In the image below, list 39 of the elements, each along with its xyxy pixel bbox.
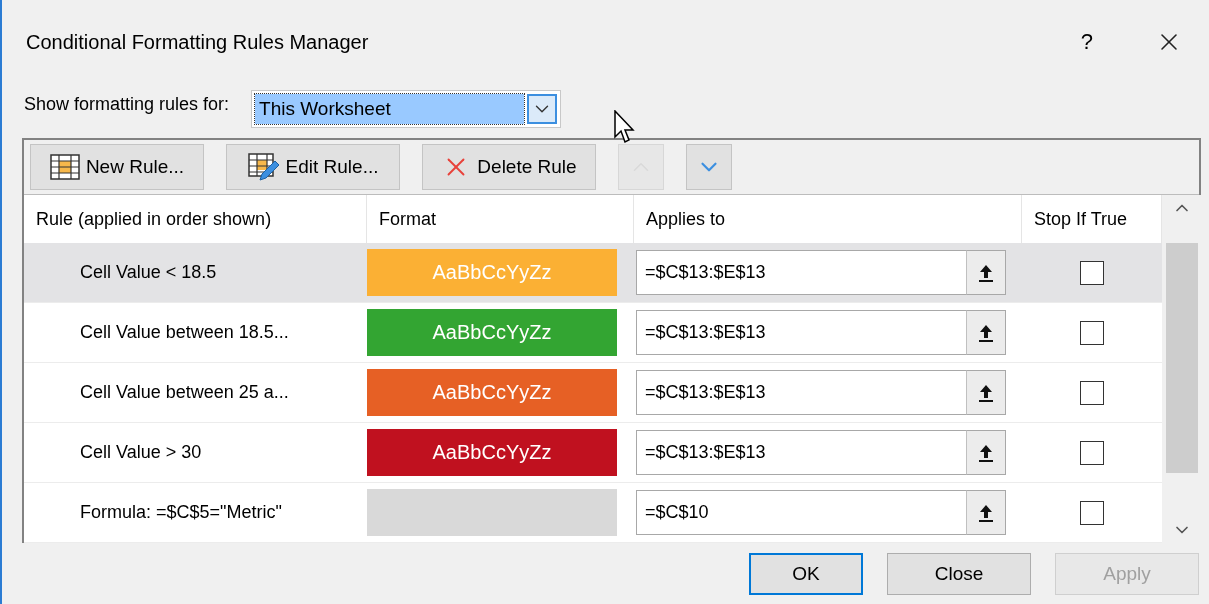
delete-rule-button[interactable]: Delete Rule — [422, 144, 596, 190]
stop-if-true-checkbox[interactable] — [1080, 260, 1104, 285]
collapse-range-button[interactable] — [966, 490, 1006, 535]
stop-if-true-checkbox[interactable] — [1080, 500, 1104, 525]
collapse-range-button[interactable] — [966, 250, 1006, 295]
rule-text: Cell Value < 18.5 — [79, 261, 218, 284]
collapse-range-button[interactable] — [966, 310, 1006, 355]
format-preview: AaBbCcYyZz — [367, 309, 617, 356]
scroll-thumb[interactable] — [1166, 243, 1198, 473]
dialog-button[interactable]: OK — [749, 553, 863, 595]
applies-to-field[interactable]: =$C$13:$E$13 — [636, 430, 966, 475]
rule-row[interactable]: Cell Value < 18.5 AaBbCcYyZz =$C$13:$E$13 — [24, 243, 1162, 303]
table-pencil-icon — [247, 153, 280, 181]
applies-to-field[interactable]: =$C$13:$E$13 — [636, 310, 966, 355]
help-button[interactable]: ? — [1080, 29, 1093, 55]
format-preview: AaBbCcYyZz — [367, 369, 617, 416]
rule-text: Formula: =$C$5="Metric" — [79, 501, 283, 524]
rule-text: Cell Value between 18.5... — [79, 321, 290, 344]
scope-dropdown[interactable]: This Worksheet — [251, 90, 562, 128]
dropdown-button[interactable] — [527, 94, 558, 124]
dialog-button[interactable]: Close — [887, 553, 1031, 595]
applies-to-field[interactable]: =$C$13:$E$13 — [636, 250, 966, 295]
stop-if-true-checkbox[interactable] — [1080, 380, 1104, 405]
rule-text: Cell Value between 25 a... — [79, 381, 290, 404]
stop-if-true-checkbox[interactable] — [1080, 320, 1104, 345]
new-rule-button[interactable]: New Rule... — [30, 144, 204, 190]
applies-to-field[interactable]: =$C$13:$E$13 — [636, 370, 966, 415]
format-preview: AaBbCcYyZz — [367, 249, 617, 296]
table-icon — [49, 154, 80, 180]
applies-to-field[interactable]: =$C$10 — [636, 490, 966, 535]
collapse-range-button[interactable] — [966, 430, 1006, 475]
format-preview: AaBbCcYyZz — [367, 429, 617, 476]
rule-text: Cell Value > 30 — [79, 441, 203, 464]
stop-if-true-checkbox[interactable] — [1080, 440, 1104, 465]
window-title: Conditional Formatting Rules Manager — [26, 30, 370, 54]
collapse-range-button[interactable] — [966, 370, 1006, 415]
edit-rule-button[interactable]: Edit Rule... — [226, 144, 400, 190]
show-rules-label: Show formatting rules for: — [24, 93, 230, 115]
mouse-cursor-icon — [614, 110, 636, 144]
